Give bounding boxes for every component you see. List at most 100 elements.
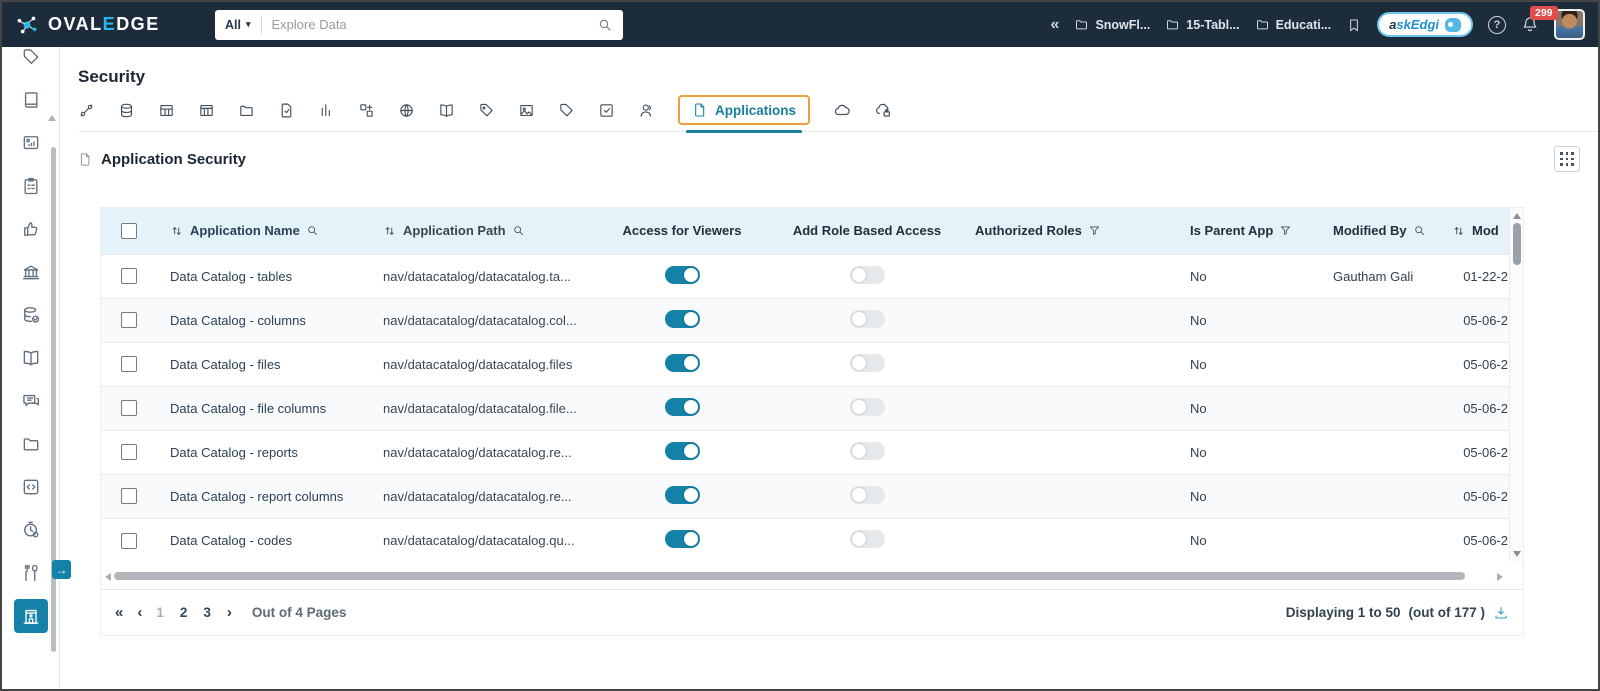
ovaledge-logo[interactable]: OVALEDGE [2,12,202,38]
access-for-viewers-toggle[interactable] [664,441,700,460]
column-settings-button[interactable] [1554,146,1580,172]
authorized-roles [957,518,1172,562]
scroll-down-arrow[interactable] [1512,551,1521,557]
table-row[interactable]: Data Catalog - files nav/datacatalog/dat… [101,342,1523,386]
tab-media[interactable] [518,102,535,119]
scrollbar-thumb[interactable] [114,572,1465,580]
scroll-up-arrow[interactable] [1512,213,1521,219]
tab-applications-active[interactable]: Applications [678,95,811,133]
table-vertical-scrollbar[interactable] [1509,208,1523,562]
role-based-access-toggle[interactable] [849,485,885,504]
tab-table-columns[interactable] [198,102,215,119]
role-based-access-toggle[interactable] [849,529,885,548]
col-application-name[interactable]: Application Name [190,223,300,238]
table-row[interactable]: Data Catalog - tables nav/datacatalog/da… [101,254,1523,298]
row-checkbox[interactable] [121,400,137,417]
is-parent-app: No [1190,312,1207,328]
tab-tags[interactable] [558,102,575,119]
tab-applications-label: Applications [715,102,797,118]
sidebar-scroll-up[interactable] [48,115,56,121]
code-icon [21,477,41,497]
sort-icon[interactable] [170,224,184,238]
filter-icon[interactable] [1088,224,1101,237]
col-modified-date[interactable]: Mod [1472,223,1499,238]
bookmark-icon[interactable] [1346,17,1362,33]
tab-projects[interactable] [598,102,615,119]
table-row[interactable]: Data Catalog - reports nav/datacatalog/d… [101,430,1523,474]
help-icon[interactable]: ? [1488,15,1506,34]
search-icon [597,17,613,33]
search-input[interactable]: Explore Data [262,17,597,32]
page-3[interactable]: 3 [203,605,211,620]
role-based-access-toggle[interactable] [849,397,885,416]
sort-icon[interactable] [383,224,397,238]
global-search[interactable]: All ▾ Explore Data [215,9,623,40]
tab-terms[interactable] [478,102,495,119]
filter-icon[interactable] [1279,224,1292,237]
table-row[interactable]: Data Catalog - columns nav/datacatalog/d… [101,298,1523,342]
user-avatar[interactable] [1554,9,1585,40]
table-horizontal-scrollbar[interactable] [101,570,1523,583]
pinned-item-15tabl[interactable]: 15-Tabl... [1165,17,1240,32]
row-checkbox[interactable] [121,488,137,505]
col-application-path[interactable]: Application Path [403,223,506,238]
role-based-access-toggle[interactable] [849,309,885,328]
notifications-button[interactable]: 299 [1521,6,1558,33]
open-book-icon [21,348,41,368]
select-all-checkbox[interactable] [121,223,137,240]
table-row[interactable]: Data Catalog - report columns nav/dataca… [101,474,1523,518]
tab-codes[interactable] [438,102,455,119]
table-row[interactable]: Data Catalog - file columns nav/datacata… [101,386,1523,430]
tab-cloud-security[interactable] [874,101,892,119]
folder-icon [1165,17,1180,32]
prev-page-button[interactable]: ‹ [137,604,142,621]
row-checkbox[interactable] [121,532,137,549]
sort-icon[interactable] [1452,224,1466,238]
tab-report-columns[interactable] [358,102,375,119]
role-based-access-toggle[interactable] [849,265,885,284]
folder-icon [1255,17,1270,32]
tab-file-columns[interactable] [278,102,295,119]
sidebar-expand-button[interactable]: → [52,560,71,579]
search-icon[interactable] [512,224,525,237]
row-checkbox[interactable] [121,444,137,461]
access-for-viewers-toggle[interactable] [664,485,700,504]
ask-edgi-button[interactable]: askEdgi [1377,12,1473,37]
first-page-button[interactable]: « [115,604,123,621]
search-icon[interactable] [1413,224,1426,237]
scroll-left-arrow[interactable] [105,573,111,581]
scrollbar-thumb[interactable] [1512,223,1521,265]
modified-by [1317,342,1442,386]
table-row[interactable]: Data Catalog - codes nav/datacatalog/dat… [101,518,1523,562]
scroll-right-arrow[interactable] [1497,573,1503,581]
download-icon[interactable] [1493,605,1509,621]
tab-databases[interactable] [118,102,135,119]
tab-reports[interactable] [318,102,335,119]
tab-files[interactable] [238,102,255,119]
tab-apis[interactable] [398,102,415,119]
tab-users[interactable] [638,102,655,119]
next-page-button[interactable]: › [227,604,232,621]
tab-tables[interactable] [158,102,175,119]
tab-cloud-api[interactable] [833,101,851,119]
access-for-viewers-toggle[interactable] [664,529,700,548]
page-1[interactable]: 1 [156,605,164,620]
role-based-access-toggle[interactable] [849,441,885,460]
page-2[interactable]: 2 [180,605,188,620]
access-for-viewers-toggle[interactable] [664,265,700,284]
access-for-viewers-toggle[interactable] [664,353,700,372]
role-based-access-toggle[interactable] [849,353,885,372]
tab-connectors[interactable] [78,102,95,119]
is-parent-app: No [1190,444,1207,460]
access-for-viewers-toggle[interactable] [664,309,700,328]
sidebar-item-tag[interactable] [2,35,59,78]
row-checkbox[interactable] [121,268,137,285]
search-scope-dropdown[interactable]: All ▾ [215,18,261,32]
pinned-item-snowfl[interactable]: SnowFl... [1074,17,1150,32]
collapse-pins-icon[interactable]: « [1051,16,1060,34]
row-checkbox[interactable] [121,356,137,373]
access-for-viewers-toggle[interactable] [664,397,700,416]
row-checkbox[interactable] [121,312,137,329]
pinned-item-educati[interactable]: Educati... [1255,17,1331,32]
search-icon[interactable] [306,224,319,237]
